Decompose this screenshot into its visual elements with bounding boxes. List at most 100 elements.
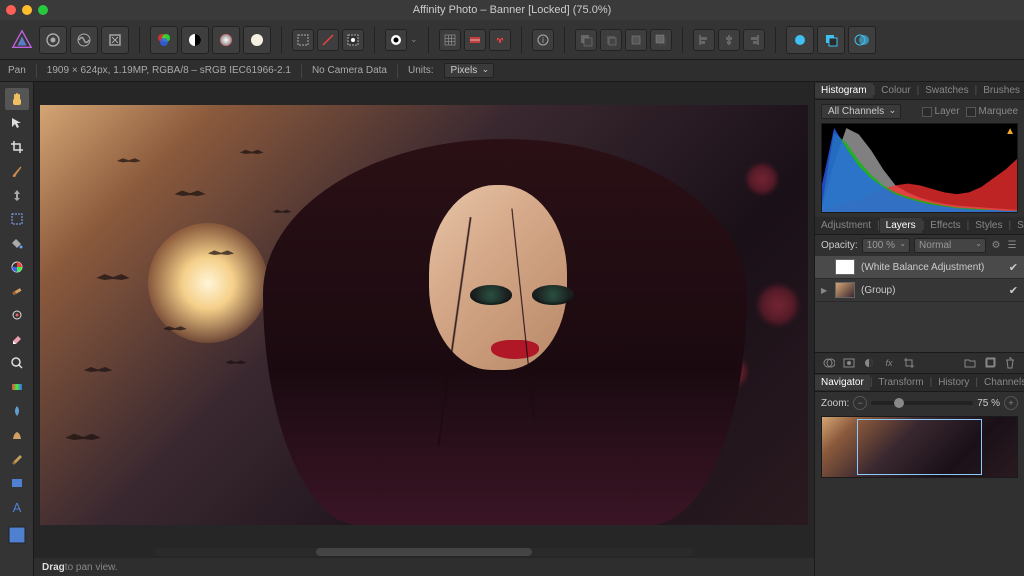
document-canvas[interactable] <box>40 105 808 525</box>
horizontal-scrollbar[interactable] <box>154 548 694 556</box>
units-dropdown[interactable]: Pixels <box>444 63 495 78</box>
layer-row[interactable]: (White Balance Adjustment) ✔ <box>815 256 1024 279</box>
layers-fx-icon[interactable]: fx <box>881 356 897 370</box>
crop-tool[interactable] <box>5 136 29 158</box>
subtract-shape-button[interactable] <box>817 26 845 54</box>
blur-tool[interactable] <box>5 400 29 422</box>
selection-marquee-button[interactable] <box>292 29 314 51</box>
tab-navigator[interactable]: Navigator <box>815 375 870 390</box>
tab-channels[interactable]: Channels <box>978 375 1024 390</box>
layers-adjustment-icon[interactable] <box>861 356 877 370</box>
tab-adjustment[interactable]: Adjustment <box>815 218 877 233</box>
gradient-tool[interactable] <box>5 376 29 398</box>
layers-add-icon[interactable] <box>982 356 998 370</box>
layers-delete-icon[interactable] <box>1002 356 1018 370</box>
layer-visibility-toggle[interactable]: ✔ <box>1009 284 1018 297</box>
layers-crop-icon[interactable] <box>901 356 917 370</box>
dropdown-chevron-icon[interactable]: ⌄ <box>410 34 418 45</box>
selection-refine-button[interactable] <box>342 29 364 51</box>
eraser-tool[interactable] <box>5 328 29 350</box>
minimize-window-button[interactable] <box>22 5 32 15</box>
layer-visibility-toggle[interactable]: ✔ <box>1009 261 1018 274</box>
tab-swatches[interactable]: Swatches <box>919 83 974 98</box>
guides-toggle-button[interactable] <box>464 29 486 51</box>
panel-menu-icon[interactable]: ☰ <box>1006 240 1018 252</box>
histogram-channel-dropdown[interactable]: All Channels <box>821 104 901 119</box>
arrange-back-button[interactable] <box>575 29 597 51</box>
flood-fill-tool[interactable] <box>5 232 29 254</box>
persona-photo-button[interactable] <box>39 26 67 54</box>
color-wheel-button[interactable] <box>212 26 240 54</box>
layers-mask-icon[interactable] <box>841 356 857 370</box>
maximize-window-button[interactable] <box>38 5 48 15</box>
zoom-out-button[interactable]: − <box>853 396 867 410</box>
rectangle-tool[interactable] <box>5 472 29 494</box>
zoom-slider[interactable] <box>871 401 973 405</box>
tab-colour[interactable]: Colour <box>875 83 916 98</box>
bottom-panel-tabs: Navigator| Transform| History| Channels <box>815 374 1024 392</box>
text-tool[interactable]: A <box>5 496 29 518</box>
intersect-shape-button[interactable] <box>848 26 876 54</box>
svg-text:i: i <box>542 36 544 45</box>
clone-tool[interactable] <box>5 184 29 206</box>
selection-line-button[interactable] <box>317 29 339 51</box>
zoom-value-label: 75 % <box>977 398 1000 409</box>
foreground-color-swatch[interactable] <box>5 524 29 546</box>
layers-group-icon[interactable] <box>962 356 978 370</box>
arrange-front-button[interactable] <box>650 29 672 51</box>
assistant-button[interactable]: i <box>532 29 554 51</box>
tab-effects[interactable]: Effects <box>924 218 966 233</box>
pen-tool[interactable] <box>5 304 29 326</box>
context-toolbar: Pan 1909 × 624px, 1.19MP, RGBA/8 – sRGB … <box>0 60 1024 82</box>
tab-histogram[interactable]: Histogram <box>815 83 873 98</box>
app-logo-icon <box>8 26 36 54</box>
close-window-button[interactable] <box>6 5 16 15</box>
dodge-tool[interactable] <box>5 352 29 374</box>
tab-transform[interactable]: Transform <box>872 375 929 390</box>
move-tool[interactable] <box>5 112 29 134</box>
color-picker-tool[interactable] <box>5 256 29 278</box>
healing-brush-tool[interactable] <box>5 280 29 302</box>
sponge-tool[interactable] <box>5 448 29 470</box>
document-info-label: 1909 × 624px, 1.19MP, RGBA/8 – sRGB IEC6… <box>47 65 291 76</box>
snapping-toggle-button[interactable] <box>489 29 511 51</box>
histogram-marquee-checkbox[interactable]: Marquee <box>966 106 1018 117</box>
arrange-forward-button[interactable] <box>625 29 647 51</box>
hand-tool[interactable] <box>5 88 29 110</box>
layer-row[interactable]: ▶ (Group) ✔ <box>815 279 1024 302</box>
persona-develop-button[interactable] <box>101 26 129 54</box>
add-shape-button[interactable] <box>786 26 814 54</box>
split-view-button[interactable] <box>181 26 209 54</box>
layer-expand-toggle[interactable]: ▶ <box>821 286 829 295</box>
soft-proof-button[interactable] <box>243 26 271 54</box>
gear-icon[interactable]: ⚙ <box>990 240 1002 252</box>
blend-mode-dropdown[interactable]: Normal <box>914 238 986 253</box>
align-left-button[interactable] <box>693 29 715 51</box>
rgb-channels-button[interactable] <box>150 26 178 54</box>
marquee-tool[interactable] <box>5 208 29 230</box>
opacity-dropdown[interactable]: 100 % <box>862 238 910 253</box>
align-center-button[interactable] <box>718 29 740 51</box>
paint-brush-tool[interactable] <box>5 160 29 182</box>
tab-layers[interactable]: Layers <box>880 218 922 233</box>
tab-history[interactable]: History <box>932 375 975 390</box>
histogram-layer-checkbox[interactable]: Layer <box>922 106 960 117</box>
tab-stock[interactable]: Stock <box>1011 218 1024 233</box>
tab-styles[interactable]: Styles <box>969 218 1008 233</box>
tab-brushes[interactable]: Brushes <box>977 83 1024 98</box>
persona-liquify-button[interactable] <box>70 26 98 54</box>
align-right-button[interactable] <box>743 29 765 51</box>
grid-toggle-button[interactable] <box>439 29 461 51</box>
arrange-backward-button[interactable] <box>600 29 622 51</box>
layer-name-label: (Group) <box>861 285 1003 296</box>
canvas-area: Drag to pan view. <box>34 82 814 576</box>
shape-tool[interactable] <box>5 424 29 446</box>
layer-thumbnail <box>835 259 855 275</box>
navigator-viewport-rect[interactable] <box>857 419 982 474</box>
mid-panel-tabs: Adjustment| Layers| Effects| Styles| Sto… <box>815 217 1024 235</box>
navigator-preview[interactable] <box>821 416 1018 478</box>
zoom-in-button[interactable]: + <box>1004 396 1018 410</box>
quick-mask-button[interactable] <box>385 29 407 51</box>
main-toolbar: ⌄ i <box>0 20 1024 60</box>
layers-blend-icon[interactable] <box>821 356 837 370</box>
